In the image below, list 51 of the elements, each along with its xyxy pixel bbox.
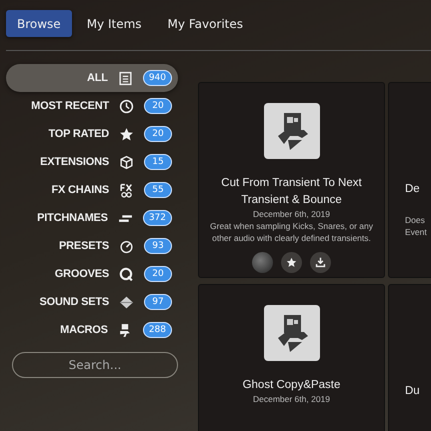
tab[interactable]: My Items (76, 10, 153, 37)
fx-chain-icon (119, 182, 134, 198)
download-button[interactable] (310, 252, 331, 273)
card-title: De (405, 182, 420, 197)
category-item[interactable]: SOUND SETS 97 (6, 288, 178, 316)
category-item[interactable]: PITCHNAMES 372 (6, 204, 178, 232)
category-item[interactable]: MOST RECENT 20 (6, 92, 178, 120)
cube-icon (119, 154, 134, 170)
star-icon (286, 257, 297, 268)
category-item[interactable]: ALL 940 (6, 64, 178, 92)
favorite-button[interactable] (281, 252, 302, 273)
count-badge: 55 (144, 182, 172, 198)
card-date: December 6th, 2019 (252, 394, 330, 404)
download-icon (315, 257, 326, 268)
card-title: Cut From Transient To Next Transient & Bounce (220, 176, 363, 208)
avatar[interactable] (252, 252, 273, 273)
macro-icon (264, 103, 320, 159)
category-item[interactable]: EXTENSIONS 15 (6, 148, 178, 176)
card-title: Du (405, 384, 420, 399)
document-icon (118, 70, 133, 86)
star-icon (119, 126, 134, 142)
magnifier-icon (119, 266, 134, 282)
item-card[interactable]: Du (388, 284, 431, 431)
tab[interactable]: Browse (6, 10, 72, 37)
item-card[interactable]: Cut From Transient To Next Transient & Bounce December 6th, 2019 Great when sampling Kicks, Snares, or any other audio with clearly defined transients. (198, 82, 385, 278)
category-item[interactable]: PRESETS 93 (6, 232, 178, 260)
count-badge: 20 (144, 98, 172, 114)
clock-icon (119, 98, 134, 114)
count-badge: 940 (142, 70, 172, 86)
category-item[interactable]: TOP RATED 20 (6, 120, 178, 148)
count-badge: 15 (144, 154, 172, 170)
item-card[interactable]: Ghost Copy&Paste December 6th, 2019 (198, 284, 385, 431)
diamond-icon (119, 294, 134, 310)
category-item[interactable]: GROOVES 20 (6, 260, 178, 288)
card-description: Does Event (405, 214, 428, 238)
count-badge: 93 (144, 238, 172, 254)
card-description: Great when sampling Kicks, Snares, or any other audio with clearly defined transients. (209, 220, 374, 244)
card-title: Ghost Copy&Paste (242, 378, 342, 393)
item-card[interactable]: De Does Event (388, 82, 431, 278)
count-badge: 288 (142, 322, 172, 338)
count-badge: 372 (142, 210, 172, 226)
count-badge: 97 (144, 294, 172, 310)
card-date: December 6th, 2019 (252, 209, 330, 219)
count-badge: 20 (144, 126, 172, 142)
count-badge: 20 (144, 266, 172, 282)
tab[interactable]: My Favorites (156, 10, 254, 37)
macro-icon (264, 305, 320, 361)
search-field[interactable]: Search... (12, 352, 178, 378)
category-item[interactable]: FX CHAINS 55 (6, 176, 178, 204)
gauge-icon (119, 238, 134, 254)
category-item[interactable]: MACROS 288 (6, 316, 178, 344)
